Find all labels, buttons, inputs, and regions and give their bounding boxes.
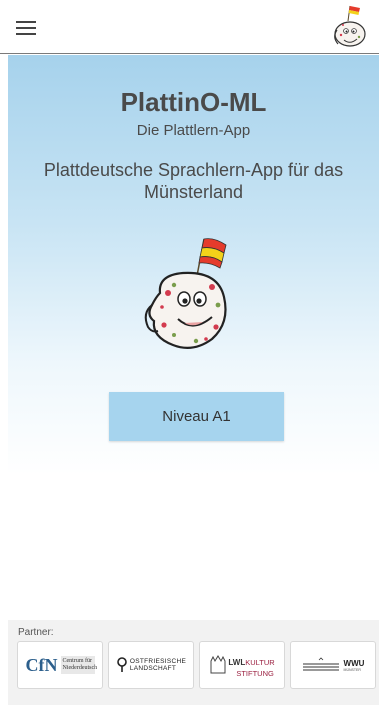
ostfriesische-landschaft-icon [117,657,127,672]
wwu-text: WWU [343,658,365,668]
partner-logo-wwu-muenster[interactable]: WWU MÜNSTER [290,641,376,689]
app-title: PlattinO-ML [120,87,267,117]
app-subtitle: Die Plattlern-App [136,122,251,139]
app-tagline: Plattdeutsche Sprachlern-App für das Mün… [43,160,344,202]
lwl-text: LWL [228,658,246,667]
top-app-bar [0,0,379,54]
cfn-logo-letters: CfN [25,654,58,675]
partners-footer: Partner: CfN Centrum für Niederdeutsch O… [8,620,379,705]
partner-logo-lwl-kulturstiftung[interactable]: LWLKULTUR STIFTUNG [199,641,285,689]
lwl-crown-icon [210,655,226,674]
landschaft-text: LANDSCHAFT [129,665,177,672]
app-root: PlattinO-ML Die Plattlern-App Plattdeuts… [0,0,379,705]
plattino-mascot-icon [144,238,227,350]
muenster-text: MÜNSTER [343,667,361,672]
level-a1-button[interactable]: Niveau A1 [109,392,284,441]
wwu-lines-icon [302,657,339,671]
hero-section: PlattinO-ML Die Plattlern-App Plattdeuts… [8,55,379,615]
cfn-logo-text: Centrum für Niederdeutsch [60,656,97,674]
hamburger-menu-icon[interactable] [12,17,42,39]
partner-logo-cfn[interactable]: CfN Centrum für Niederdeutsch [17,641,103,689]
partners-label: Partner: [18,627,54,638]
plattino-mascot-icon[interactable] [329,4,369,50]
ostfriesische-text: OSTFRIESISCHE [129,658,187,665]
kultur-text: KULTUR [245,658,275,667]
stiftung-text: STIFTUNG [236,669,274,678]
partner-logo-ostfriesische-landschaft[interactable]: OSTFRIESISCHE LANDSCHAFT [108,641,194,689]
